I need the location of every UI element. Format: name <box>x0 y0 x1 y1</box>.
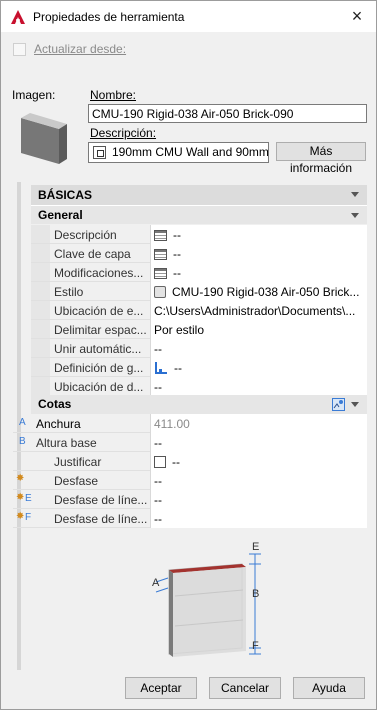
property-row-unir[interactable]: Unir automátic... -- <box>31 339 367 358</box>
dimension-label-a: A <box>152 577 160 589</box>
dimension-label-b: B <box>252 588 259 600</box>
wall-style-icon <box>154 286 166 298</box>
collapse-triangle-icon[interactable] <box>351 213 359 218</box>
property-value-text: -- <box>174 361 182 375</box>
dimension-row-anchura[interactable]: A Anchura 411.00 <box>13 414 367 433</box>
property-value[interactable]: -- <box>150 471 367 490</box>
wall-dimensions-diagram: A B E F <box>152 541 261 657</box>
subsection-general[interactable]: General <box>31 205 367 224</box>
property-label: Modificaciones... <box>54 266 144 280</box>
ok-button[interactable]: Aceptar <box>125 677 197 699</box>
dimension-row-desfase[interactable]: ✸ Desfase -- <box>13 471 367 490</box>
property-label: Definición de g... <box>54 361 144 375</box>
property-label: Ubicación de d... <box>54 380 144 394</box>
property-row-ubicacion-estilo[interactable]: Ubicación de e... C:\Users\Administrador… <box>31 301 367 320</box>
property-row-descripcion[interactable]: Descripción -- <box>31 225 367 244</box>
property-label: Clave de capa <box>54 247 131 261</box>
property-label: Descripción <box>54 228 117 242</box>
dimension-row-altura-base[interactable]: B Altura base -- <box>13 433 367 452</box>
subsection-general-label: General <box>38 208 83 222</box>
property-value[interactable]: -- <box>150 263 367 282</box>
tool-properties-window: Propiedades de herramienta × Actualizar … <box>0 0 377 710</box>
image-label: Imagen: <box>12 88 56 102</box>
dimension-label-e: E <box>252 541 259 553</box>
property-value[interactable]: -- <box>150 358 367 377</box>
sparkle-icon: ✸ <box>16 492 25 503</box>
property-value-text: -- <box>173 247 181 261</box>
sparkle-icon: ✸ <box>16 511 25 522</box>
property-label: Altura base <box>36 436 97 450</box>
property-value[interactable]: -- <box>150 509 367 528</box>
property-row-delimitar[interactable]: Delimitar espac... Por estilo <box>31 320 367 339</box>
autocad-logo-icon <box>11 10 25 24</box>
property-value[interactable]: C:\Users\Administrador\Documents\... <box>150 301 367 320</box>
property-value-text: -- <box>173 228 181 242</box>
property-value[interactable]: -- <box>150 225 367 244</box>
dimension-settings-icon[interactable] <box>332 398 345 411</box>
dimension-label-f: F <box>252 640 259 652</box>
property-value[interactable]: -- <box>150 490 367 509</box>
property-label: Justificar <box>54 455 102 469</box>
window-title: Propiedades de herramienta <box>33 10 185 24</box>
section-basicas[interactable]: BÁSICAS <box>31 185 367 205</box>
property-value[interactable]: -- <box>150 339 367 358</box>
description-edit-icon[interactable] <box>93 146 106 159</box>
collapse-triangle-icon[interactable] <box>351 402 359 407</box>
property-label: Desfase de líne... <box>54 493 147 507</box>
dimension-letter: A <box>19 417 26 428</box>
dimension-row-desfase-linea-e[interactable]: ✸ E Desfase de líne... -- <box>13 490 367 509</box>
property-value-text: -- <box>172 455 180 469</box>
property-value[interactable]: 411.00 <box>150 414 367 433</box>
description-value: 190mm CMU Wall and 90mm <box>112 145 269 159</box>
list-icon <box>154 249 167 260</box>
property-value[interactable]: -- <box>150 433 367 452</box>
property-label: Estilo <box>54 285 84 299</box>
property-value[interactable]: Por estilo <box>150 320 367 339</box>
property-label: Desfase <box>54 474 99 488</box>
update-from-label: Actualizar desde: <box>34 42 127 56</box>
name-field[interactable]: CMU-190 Rigid-038 Air-050 Brick-090 <box>88 104 367 123</box>
dimension-letter: B <box>19 436 26 447</box>
property-value-text: CMU-190 Rigid-038 Air-050 Brick... <box>172 285 360 299</box>
property-row-estilo[interactable]: Estilo CMU-190 Rigid-038 Air-050 Brick..… <box>31 282 367 301</box>
property-value[interactable]: CMU-190 Rigid-038 Air-050 Brick... <box>150 282 367 301</box>
property-row-clave-de-capa[interactable]: Clave de capa -- <box>31 244 367 263</box>
dimension-row-desfase-linea-f[interactable]: ✸ F Desfase de líne... -- <box>13 509 367 528</box>
property-label: Desfase de líne... <box>54 512 147 526</box>
property-value-text: -- <box>173 266 181 280</box>
help-button[interactable]: Ayuda <box>293 677 365 699</box>
dimension-letter: F <box>25 512 32 523</box>
sparkle-icon: ✸ <box>16 473 25 484</box>
description-field[interactable]: 190mm CMU Wall and 90mm <box>88 142 269 163</box>
section-cotas-label: Cotas <box>38 397 72 411</box>
title-bar: Propiedades de herramienta × <box>1 1 376 32</box>
dimension-row-justificar[interactable]: Justificar -- <box>13 452 367 471</box>
property-row-modificaciones[interactable]: Modificaciones... -- <box>31 263 367 282</box>
property-label: Ubicación de e... <box>54 304 144 318</box>
close-icon[interactable]: × <box>348 7 366 25</box>
property-value[interactable]: -- <box>150 244 367 263</box>
property-value[interactable]: -- <box>150 377 367 396</box>
property-label: Delimitar espac... <box>54 323 147 337</box>
property-label: Unir automátic... <box>54 342 142 356</box>
list-icon <box>154 268 167 279</box>
section-cotas[interactable]: Cotas <box>31 395 367 414</box>
section-basicas-label: BÁSICAS <box>38 188 93 202</box>
property-label: Anchura <box>36 417 81 431</box>
update-from-checkbox[interactable] <box>13 43 26 56</box>
name-label: Nombre: <box>90 88 137 102</box>
grid-definition-icon <box>155 362 167 374</box>
collapse-triangle-icon[interactable] <box>351 192 359 197</box>
justify-checkbox-icon[interactable] <box>154 456 166 468</box>
dimension-letter: E <box>25 493 32 504</box>
property-value[interactable]: -- <box>150 452 367 471</box>
cancel-button[interactable]: Cancelar <box>209 677 281 699</box>
property-row-definicion[interactable]: Definición de g... -- <box>31 358 367 377</box>
wall-thumbnail-image <box>21 113 67 164</box>
property-row-ubicacion-d[interactable]: Ubicación de d... -- <box>31 377 367 396</box>
list-icon <box>154 230 167 241</box>
more-info-button[interactable]: Más información <box>276 142 366 175</box>
description-label: Descripción: <box>90 126 157 140</box>
